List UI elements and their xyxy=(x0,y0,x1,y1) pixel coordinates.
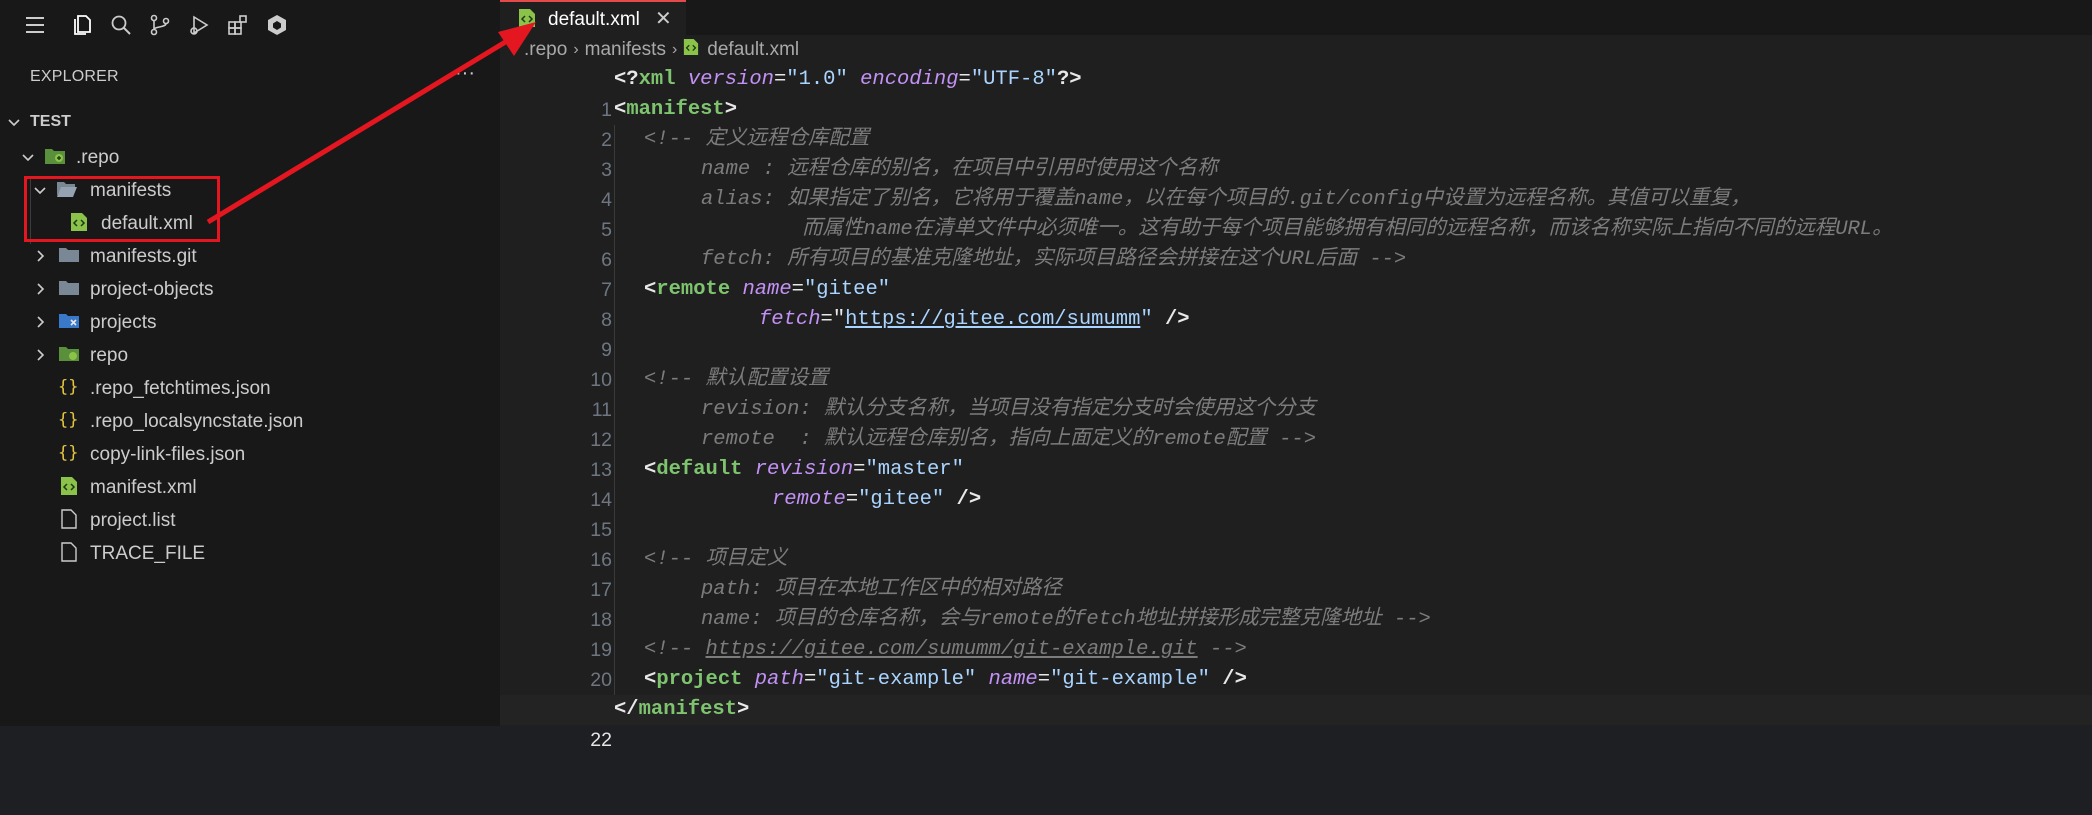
folder-icon xyxy=(58,278,80,298)
code-line: 15 remote="gitee" /> xyxy=(500,485,2092,541)
activity-bar xyxy=(0,0,500,50)
tree-item-label: project.list xyxy=(90,510,176,531)
breadcrumb: .repo › manifests › default.xml xyxy=(524,38,799,64)
code-line-active: 22 </manifest> xyxy=(500,695,2092,751)
sidebar: EXPLORER ··· TEST .repo manifests defaul… xyxy=(0,0,500,726)
tree-item-label: repo xyxy=(90,345,129,366)
folder-icon xyxy=(58,245,80,265)
tree-item-label: projects xyxy=(90,312,157,333)
close-icon[interactable]: ✕ xyxy=(655,6,672,31)
code-line: 14 <default revision="master" xyxy=(500,455,2092,511)
xml-file-icon xyxy=(518,8,536,33)
tree-item-localsyncstate-json[interactable]: {} .repo_localsyncstate.json xyxy=(0,404,500,437)
tree-item-projects-folder[interactable]: projects xyxy=(0,305,500,338)
extensions-icon[interactable] xyxy=(223,10,253,40)
repo-folder-icon xyxy=(44,146,66,166)
files-icon[interactable] xyxy=(67,10,97,40)
code-line: 19 name: 项目的仓库名称，会与remote的fetch地址拼接形成完整克… xyxy=(500,605,2092,661)
menu-icon[interactable] xyxy=(20,10,50,40)
tree-item-trace-file[interactable]: TRACE_FILE xyxy=(0,536,500,569)
tab-default-xml[interactable]: default.xml ✕ xyxy=(500,0,686,35)
tree-item-label: .repo xyxy=(76,147,120,168)
tree-item-project-list[interactable]: project.list xyxy=(0,503,500,536)
xml-file-icon xyxy=(60,476,82,496)
chevron-down-icon xyxy=(6,114,22,135)
code-line: 7 fetch: 所有项目的基准克隆地址，实际项目路径会拼接在这个URL后面 -… xyxy=(500,245,2092,301)
repo-folder-icon xyxy=(58,344,80,364)
tree-item-label: manifest.xml xyxy=(90,477,197,498)
tree-item-project-objects-folder[interactable]: project-objects xyxy=(0,272,500,305)
code-line: 20 <!-- https://gitee.com/sumumm/git-exa… xyxy=(500,635,2092,691)
xml-file-icon xyxy=(683,38,699,62)
run-debug-icon[interactable] xyxy=(184,10,214,40)
tree-item-manifests-git-folder[interactable]: manifests.git xyxy=(0,239,500,272)
chevron-right-icon xyxy=(32,248,48,269)
remote-icon[interactable] xyxy=(262,10,292,40)
chevron-right-icon xyxy=(32,281,48,302)
code-line: 5 alias: 如果指定了别名，它将用于覆盖name，以在每个项目的.git/… xyxy=(500,185,2092,241)
tree-item-manifest-xml[interactable]: manifest.xml xyxy=(0,470,500,503)
code-line: 1 <?xml version="1.0" encoding="UTF-8"?> xyxy=(500,65,2092,121)
tree-item-label: TRACE_FILE xyxy=(90,543,206,564)
tree-item-label: .repo_fetchtimes.json xyxy=(90,378,271,399)
code-line: 3 <!-- 定义远程仓库配置 xyxy=(500,125,2092,181)
chevron-right-icon: › xyxy=(671,41,678,58)
chevron-right-icon xyxy=(32,347,48,368)
tree-item-repo-folder[interactable]: .repo xyxy=(0,140,500,173)
code-line: 17 <!-- 项目定义 xyxy=(500,545,2092,601)
code-line: 2 <manifest> xyxy=(500,95,2092,151)
projects-folder-icon xyxy=(58,311,80,331)
more-actions-icon[interactable]: ··· xyxy=(455,63,475,83)
workspace-root[interactable]: TEST xyxy=(0,111,500,135)
breadcrumb-item[interactable]: default.xml xyxy=(707,39,799,61)
tab-bar: default.xml ✕ xyxy=(500,0,2092,35)
source-control-icon[interactable] xyxy=(145,10,175,40)
tree-item-copy-link-files-json[interactable]: {} copy-link-files.json xyxy=(0,437,500,470)
code-line: 13 remote : 默认远程仓库别名，指向上面定义的remote配置 --> xyxy=(500,425,2092,481)
code-line: 10 xyxy=(500,335,2092,391)
code-line: 8 <remote name="gitee" xyxy=(500,275,2092,331)
chevron-down-icon xyxy=(20,149,36,170)
code-line: 9 fetch="https://gitee.com/sumumm" /> xyxy=(500,305,2092,361)
search-icon[interactable] xyxy=(106,10,136,40)
code-editor[interactable]: 1 <?xml version="1.0" encoding="UTF-8"?>… xyxy=(500,65,2092,751)
tree-item-label: manifests.git xyxy=(90,246,197,267)
json-file-icon: {} xyxy=(58,443,79,463)
workspace-root-label: TEST xyxy=(30,113,71,130)
tree-item-repo-subfolder[interactable]: repo xyxy=(0,338,500,371)
file-icon xyxy=(60,542,82,562)
chevron-right-icon: › xyxy=(573,41,579,58)
annotation-highlight-box xyxy=(24,176,220,242)
tree-item-label: project-objects xyxy=(90,279,214,300)
tree-item-fetchtimes-json[interactable]: {} .repo_fetchtimes.json xyxy=(0,371,500,404)
json-file-icon: {} xyxy=(58,377,79,397)
line-number: 22 xyxy=(590,729,612,751)
code-line: 11 <!-- 默认配置设置 xyxy=(500,365,2092,421)
json-file-icon: {} xyxy=(58,410,79,430)
code-line: 12 revision: 默认分支名称，当项目没有指定分支时会使用这个分支 xyxy=(500,395,2092,451)
chevron-right-icon xyxy=(32,314,48,335)
code-line: 18 path: 项目在本地工作区中的相对路径 xyxy=(500,575,2092,631)
tab-label: default.xml xyxy=(548,9,640,30)
breadcrumb-item[interactable]: manifests xyxy=(585,39,666,61)
tree-item-label: .repo_localsyncstate.json xyxy=(90,411,304,432)
code-line: 21 <project path="git-example" name="git… xyxy=(500,665,2092,721)
breadcrumb-item[interactable]: .repo xyxy=(524,39,567,61)
file-icon xyxy=(60,509,82,529)
tree-item-label: copy-link-files.json xyxy=(90,444,246,465)
code-line: 16 xyxy=(500,515,2092,571)
editor-area: default.xml ✕ .repo › manifests › default.xm… xyxy=(500,0,2092,751)
code-line: 4 name : 远程仓库的别名，在项目中引用时使用这个名称 xyxy=(500,155,2092,211)
code-line: 6 而属性name在清单文件中必须唯一。这有助于每个项目能够拥有相同的远程名称，… xyxy=(500,215,2092,271)
explorer-title: EXPLORER xyxy=(30,68,119,85)
